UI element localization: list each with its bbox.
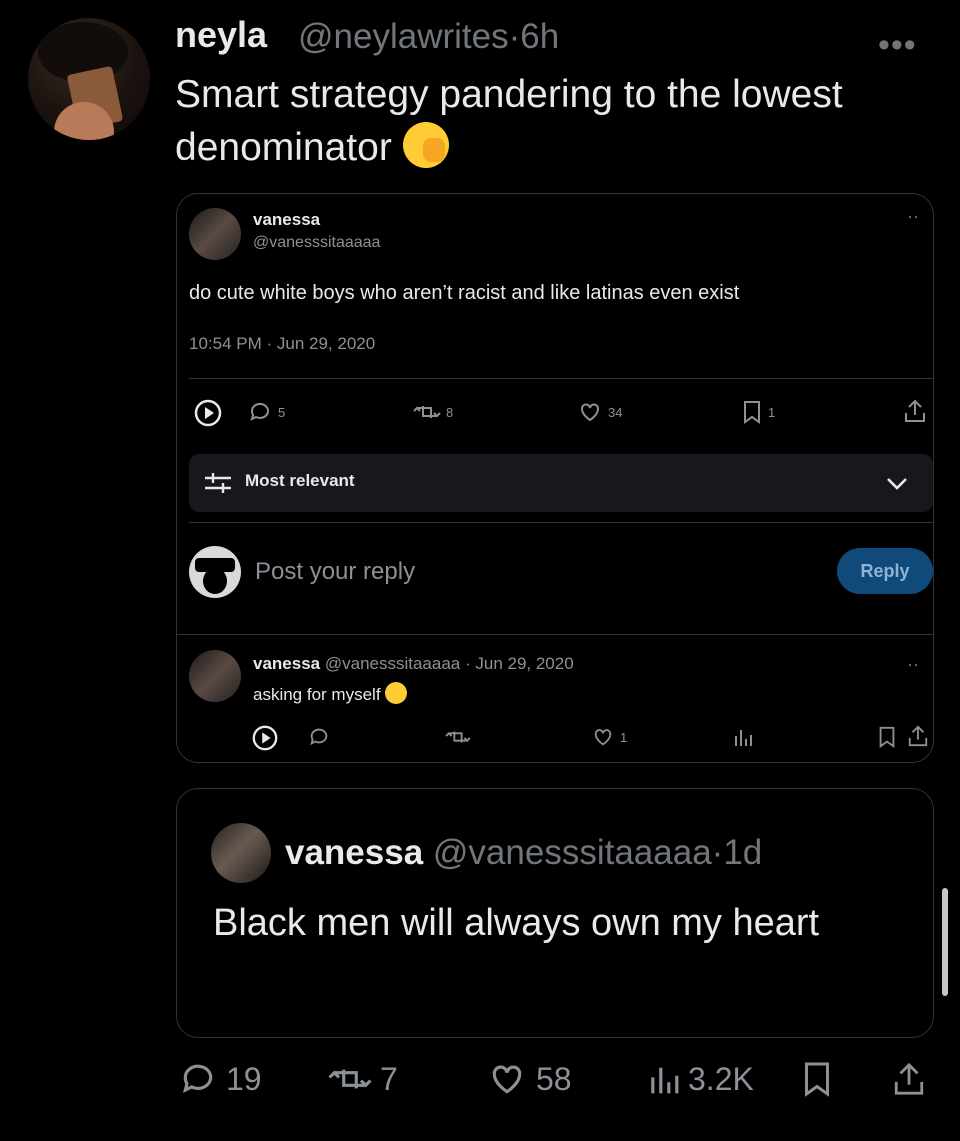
author-name[interactable]: neyla: [175, 14, 267, 56]
reply-like-count: 1: [620, 729, 628, 745]
screenshot-repost-stat: 8: [413, 400, 453, 424]
heart-icon: [594, 729, 612, 746]
author-avatar[interactable]: [28, 18, 150, 140]
screenshot-like-stat: 34: [577, 400, 622, 424]
reply-bookmark-icon: [877, 726, 897, 748]
screenshot-author-handle: @vanesssitaaaaa: [253, 234, 381, 251]
reply-author-name: vanessa: [253, 654, 321, 673]
reply-avatar: [189, 650, 241, 702]
screenshot-bookmark-count: 1: [768, 404, 776, 420]
author-meta: @neylawrites·6h: [298, 17, 559, 57]
reply-meta: @vanesssitaaaaa · Jun 29, 2020: [324, 654, 574, 673]
quoted-author-avatar[interactable]: [211, 823, 271, 883]
quoted-tweet[interactable]: vanessa @vanesssitaaaaa·1d Black men wil…: [176, 788, 934, 1038]
quoted-separator: ·: [711, 833, 724, 872]
bookmark-icon[interactable]: [802, 1060, 832, 1098]
quoted-text: Black men will always own my heart: [213, 902, 820, 944]
scrollbar[interactable]: [942, 888, 948, 996]
share-icon[interactable]: [892, 1060, 926, 1098]
like-action[interactable]: 58: [486, 1060, 572, 1098]
screenshot-avatar: [189, 208, 241, 260]
screenshot-reply-count: 5: [278, 404, 286, 420]
quoted-author-handle: @vanesssitaaaaa: [432, 833, 712, 872]
views-icon: [651, 1067, 679, 1094]
reply-like-stat: 1: [591, 726, 627, 748]
chevron-down-icon: [885, 474, 909, 497]
repost-icon: [328, 1069, 372, 1089]
screenshot-share-icon: [903, 398, 927, 424]
screenshot-author-name: vanessa: [253, 210, 321, 229]
screenshot-more-icon: ··: [907, 206, 919, 226]
quoted-header: vanessa @vanesssitaaaaa·1d: [285, 833, 762, 873]
reply-button: Reply: [837, 548, 933, 594]
reply-action[interactable]: 19: [178, 1060, 262, 1098]
grimacing-face-icon: [385, 682, 408, 704]
reply-composer-placeholder: Post your reply: [255, 558, 416, 585]
quoted-age: 1d: [723, 833, 763, 872]
heart-icon: [581, 403, 599, 422]
more-options-icon[interactable]: •••: [878, 26, 917, 65]
reply-icon: [182, 1064, 213, 1094]
reply-text-content: asking for myself: [253, 685, 381, 704]
reply-icon: [250, 402, 269, 421]
reply-reply-icon: [307, 726, 331, 748]
view-count: 3.2K: [688, 1060, 754, 1097]
repost-action[interactable]: 7: [328, 1060, 398, 1098]
meta-separator: ·: [508, 17, 521, 56]
reply-more-icon: ··: [907, 654, 919, 674]
divider: [189, 522, 933, 523]
attached-screenshot[interactable]: vanessa @vanesssitaaaaa ·· do cute white…: [176, 193, 934, 763]
divider: [177, 634, 933, 635]
heart-icon: [492, 1065, 522, 1094]
screenshot-like-count: 34: [608, 404, 623, 420]
reply-repost-icon: [445, 726, 471, 748]
screenshot-bookmark-stat: 1: [741, 400, 775, 424]
reply-views-icon: [733, 726, 753, 748]
screenshot-timestamp: 10:54 PM · Jun 29, 2020: [189, 334, 376, 353]
views-action[interactable]: 3.2K: [648, 1060, 754, 1098]
repost-icon: [413, 406, 441, 418]
tweet-text: Smart strategy pandering to the lowest d…: [175, 68, 945, 174]
quoted-author-name: vanessa: [285, 833, 424, 872]
bookmark-icon: [744, 401, 760, 424]
repost-count: 7: [380, 1060, 398, 1097]
reply-header: vanessa @vanesssitaaaaa · Jun 29, 2020: [253, 654, 574, 674]
screenshot-repost-count: 8: [446, 404, 454, 420]
screenshot-text: do cute white boys who aren’t racist and…: [189, 282, 740, 304]
divider: [189, 378, 933, 379]
sliders-icon: [203, 470, 233, 501]
screenshot-reply-stat: 5: [247, 400, 285, 424]
author-handle[interactable]: @neylawrites: [298, 17, 509, 56]
reply-composer-avatar: [189, 546, 241, 598]
screenshot-play-icon: [193, 398, 223, 428]
reply-play-icon: [251, 724, 279, 752]
reply-share-icon: [907, 724, 929, 748]
tweet-age[interactable]: 6h: [520, 17, 559, 56]
like-count: 58: [536, 1060, 572, 1097]
sort-label: Most relevant: [245, 471, 355, 490]
reply-count: 19: [226, 1060, 262, 1097]
reply-text: asking for myself: [253, 682, 408, 705]
face-with-hand-over-mouth-icon: [402, 122, 449, 168]
tweet-text-content: Smart strategy pandering to the lowest d…: [175, 73, 843, 169]
